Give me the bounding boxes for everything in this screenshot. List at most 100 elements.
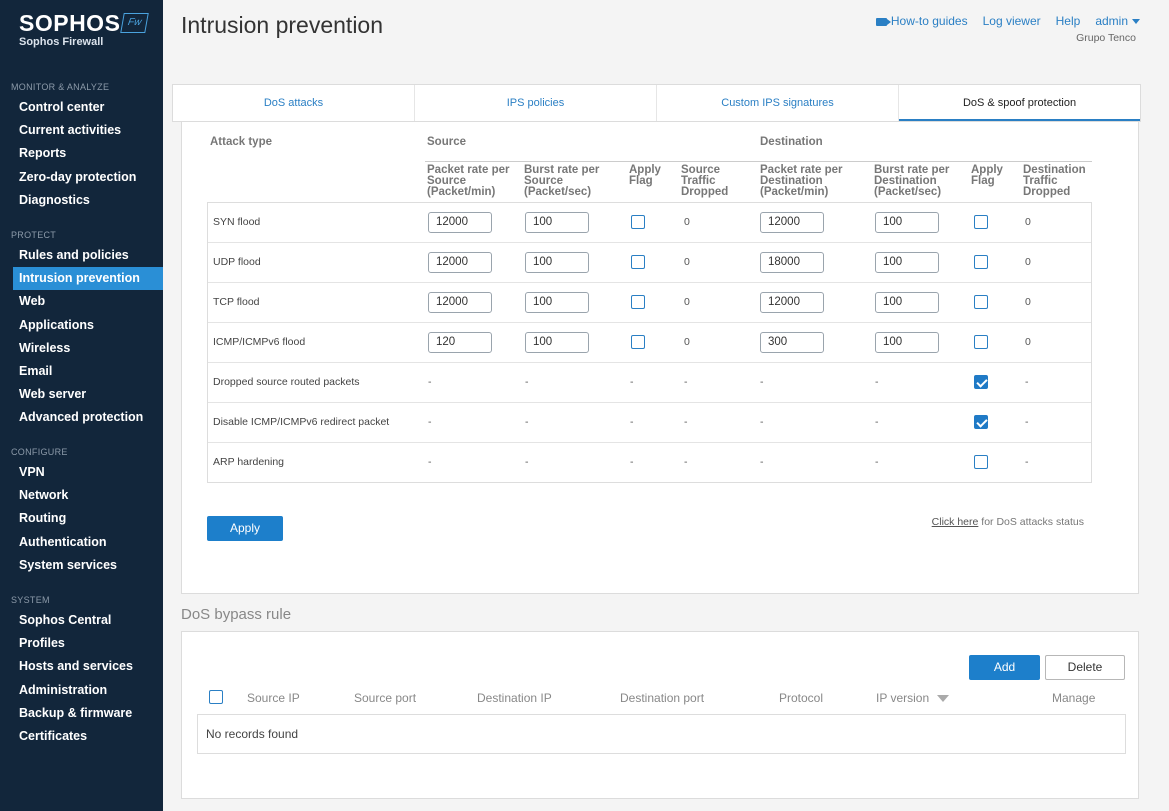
dst-burst-input[interactable]: 100 <box>875 332 939 353</box>
dst-packet-input[interactable]: 12000 <box>760 292 824 313</box>
log-viewer-link[interactable]: Log viewer <box>983 14 1041 28</box>
sidebar-item-network[interactable]: Network <box>13 484 163 507</box>
dst-packet-value: - <box>760 456 764 468</box>
sidebar-item-backup-firmware[interactable]: Backup & firmware <box>13 702 163 725</box>
subheader-src-burst: Burst rate per Source (Packet/sec) <box>524 164 599 198</box>
attack-type-label: TCP flood <box>213 296 260 308</box>
apply-button[interactable]: Apply <box>207 516 283 541</box>
subheader-line: (Packet/min) <box>760 186 829 198</box>
dst-packet-input[interactable]: 300 <box>760 332 824 353</box>
src-burst-input[interactable]: 100 <box>525 292 589 313</box>
sidebar-item-wireless[interactable]: Wireless <box>13 337 163 360</box>
dst-packet-input[interactable]: 12000 <box>760 212 824 233</box>
sidebar-item-intrusion-prevention[interactable]: Intrusion prevention <box>13 267 163 291</box>
src-packet-input[interactable]: 120 <box>428 332 492 353</box>
src-burst-input[interactable]: 100 <box>525 212 589 233</box>
dst-burst-input[interactable]: 100 <box>875 292 939 313</box>
destination-apply-flag-checkbox[interactable] <box>974 375 988 389</box>
dst-burst-input[interactable]: 100 <box>875 252 939 273</box>
tab-custom-ips-signatures[interactable]: Custom IPS signatures <box>657 85 899 121</box>
organization-name: Grupo Tenco <box>1076 32 1136 44</box>
sidebar-item-hosts-and-services[interactable]: Hosts and services <box>13 655 163 678</box>
subheader-dst-dropped: Destination Traffic Dropped <box>1023 164 1086 198</box>
sidebar-item-profiles[interactable]: Profiles <box>13 632 163 655</box>
src-packet-value: - <box>428 416 432 428</box>
column-label: Destination IP <box>477 691 552 705</box>
sidebar-item-current-activities[interactable]: Current activities <box>13 119 163 142</box>
sidebar-item-authentication[interactable]: Authentication <box>13 531 163 554</box>
destination-apply-flag-checkbox[interactable] <box>974 415 988 429</box>
sidebar-item-sophos-central[interactable]: Sophos Central <box>13 609 163 632</box>
destination-apply-flag-checkbox[interactable] <box>974 215 988 229</box>
destination-apply-flag-checkbox[interactable] <box>974 255 988 269</box>
header-source: Source <box>427 136 466 148</box>
sidebar-item-control-center[interactable]: Control center <box>13 96 163 119</box>
table-row: Dropped source routed packets - - - - - - - <box>208 363 1091 403</box>
src-packet-input[interactable]: 12000 <box>428 292 492 313</box>
sidebar: SOPHOS Fw Sophos Firewall MONITOR & ANAL… <box>0 0 163 811</box>
column-label: Destination port <box>620 691 705 705</box>
header-divider <box>425 161 1092 162</box>
nav-section-monitor-analyze: MONITOR & ANALYZE <box>11 82 110 92</box>
sidebar-item-web[interactable]: Web <box>13 290 163 313</box>
tab-dos-attacks[interactable]: DoS attacks <box>173 85 415 121</box>
sophos-logo[interactable]: SOPHOS Fw Sophos Firewall <box>19 12 149 48</box>
src-dropped-value: 0 <box>684 296 690 308</box>
destination-apply-flag-checkbox[interactable] <box>974 455 988 469</box>
sidebar-item-email[interactable]: Email <box>13 360 163 383</box>
sidebar-item-web-server[interactable]: Web server <box>13 383 163 406</box>
source-apply-flag-checkbox[interactable] <box>631 295 645 309</box>
src-packet-input[interactable]: 12000 <box>428 252 492 273</box>
src-burst-value: - <box>525 376 529 388</box>
sidebar-item-certificates[interactable]: Certificates <box>13 725 163 748</box>
sidebar-item-diagnostics[interactable]: Diagnostics <box>13 189 163 212</box>
tab-dos-spoof-protection[interactable]: DoS & spoof protection <box>899 85 1140 121</box>
source-apply-flag-checkbox[interactable] <box>631 335 645 349</box>
help-link[interactable]: Help <box>1056 14 1081 28</box>
bypass-col-manage: Manage <box>1052 691 1095 705</box>
dst-dropped-value: - <box>1025 416 1029 428</box>
user-menu[interactable]: admin <box>1095 14 1140 28</box>
sidebar-item-zero-day-protection[interactable]: Zero-day protection <box>13 166 163 189</box>
click-here-link[interactable]: Click here <box>932 516 979 528</box>
how-to-guides-link[interactable]: How-to guides <box>875 14 968 28</box>
src-burst-input[interactable]: 100 <box>525 252 589 273</box>
add-button[interactable]: Add <box>969 655 1040 680</box>
bypass-rule-panel: Add Delete Source IP Source port Destinati… <box>181 631 1139 799</box>
table-row: ICMP/ICMPv6 flood 120 100 0 300 100 0 <box>208 323 1091 363</box>
tab-ips-policies[interactable]: IPS policies <box>415 85 657 121</box>
subheader-src-dropped: Source Traffic Dropped <box>681 164 729 198</box>
firewall-badge-icon: Fw <box>120 13 149 33</box>
src-burst-input[interactable]: 100 <box>525 332 589 353</box>
dst-packet-input[interactable]: 18000 <box>760 252 824 273</box>
select-all-checkbox[interactable] <box>209 690 223 704</box>
sidebar-item-vpn[interactable]: VPN <box>13 461 163 484</box>
sidebar-item-administration[interactable]: Administration <box>13 679 163 702</box>
source-apply-flag-checkbox[interactable] <box>631 255 645 269</box>
delete-button[interactable]: Delete <box>1045 655 1125 680</box>
column-label: Source IP <box>247 691 300 705</box>
src-dropped-value: 0 <box>684 216 690 228</box>
sidebar-item-rules-and-policies[interactable]: Rules and policies <box>13 244 163 267</box>
dash-value: - <box>630 456 634 468</box>
sidebar-item-reports[interactable]: Reports <box>13 142 163 165</box>
subheader-line: (Packet/sec) <box>874 186 942 198</box>
bypass-col-ip-version[interactable]: IP version <box>876 691 950 705</box>
column-label: Manage <box>1052 691 1096 705</box>
src-packet-input[interactable]: 12000 <box>428 212 492 233</box>
source-apply-flag-checkbox[interactable] <box>631 215 645 229</box>
sidebar-item-system-services[interactable]: System services <box>13 554 163 577</box>
dst-dropped-value: 0 <box>1025 336 1031 348</box>
destination-apply-flag-checkbox[interactable] <box>974 295 988 309</box>
sidebar-item-applications[interactable]: Applications <box>13 314 163 337</box>
dst-burst-input[interactable]: 100 <box>875 212 939 233</box>
filter-funnel-icon[interactable] <box>937 695 950 703</box>
bypass-col-source-port: Source port <box>354 691 416 705</box>
dos-spoof-panel: Attack type Source Destination Packet ra… <box>181 122 1139 594</box>
destination-apply-flag-checkbox[interactable] <box>974 335 988 349</box>
subheader-line: Dropped <box>681 186 729 198</box>
sidebar-item-advanced-protection[interactable]: Advanced protection <box>13 406 163 429</box>
video-camera-icon <box>875 17 891 26</box>
sidebar-item-routing[interactable]: Routing <box>13 507 163 530</box>
nav-section-system: SYSTEM <box>11 595 50 605</box>
